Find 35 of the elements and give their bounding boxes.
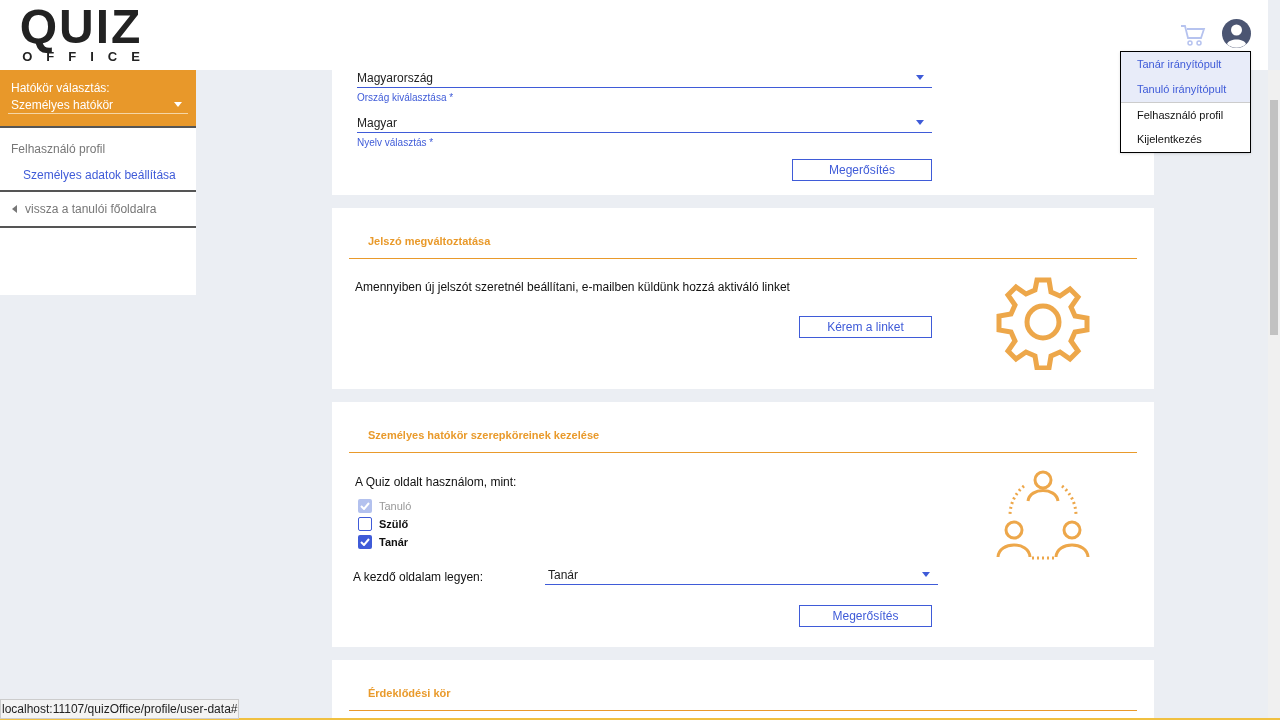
sidebar-section: Felhasználó profil — [0, 128, 196, 160]
select-field[interactable]: Magyar — [357, 113, 932, 133]
menu-item[interactable]: Kijelentkezés — [1121, 127, 1250, 152]
section-title: Jelszó megváltoztatása — [368, 235, 491, 247]
menu-item[interactable]: Tanár irányítópult — [1121, 52, 1250, 77]
sidebar-link[interactable]: vissza a tanulói főoldalra — [25, 200, 157, 218]
field-label: Ország kiválasztása * — [357, 91, 455, 105]
sidebar-link[interactable]: Személyes adatok beállítása — [23, 166, 176, 184]
checkbox[interactable] — [358, 535, 372, 549]
select-field[interactable]: Magyarország — [357, 68, 932, 88]
avatar-icon[interactable] — [1222, 19, 1251, 48]
caret-icon — [916, 120, 924, 125]
section-title: Személyes hatókör szerepköreinek kezelése — [368, 429, 600, 441]
field-label: Nyelv választás * — [357, 136, 435, 150]
confirm-button[interactable]: Megerősítés — [792, 159, 932, 181]
status-bar: localhost:11107/quizOffice/profile/user-data# — [0, 699, 240, 719]
roles-intro: A Quiz oldalt használom, mint: — [355, 474, 517, 491]
caret-icon — [916, 75, 924, 80]
start-page-label: A kezdő oldalam legyen: — [353, 569, 484, 586]
checkbox[interactable] — [358, 517, 372, 531]
checkbox-label: Tanuló — [379, 498, 412, 514]
menu-item[interactable]: Tanuló irányítópult — [1121, 77, 1250, 102]
caret-left-icon — [12, 205, 17, 213]
scrollbar[interactable] — [1268, 70, 1280, 720]
confirm-button[interactable]: Megerősítés — [799, 605, 932, 627]
select-field[interactable]: Tanár — [545, 565, 938, 585]
section-title: Érdeklődési kör — [368, 687, 451, 699]
caret-icon — [174, 102, 182, 107]
caret-icon — [922, 572, 930, 577]
checkbox-label: Szülő — [379, 516, 409, 532]
info-text: Amennyiben új jelszót szeretnél beállítani, e-mailben küldünk hozzá aktiváló linket — [355, 279, 790, 296]
checkbox-label: Tanár — [379, 534, 409, 550]
request-link-button[interactable]: Kérem a linket — [799, 316, 932, 338]
menu-item[interactable]: Felhasználó profil — [1121, 102, 1250, 127]
scope-label: Hatókör választás: — [10, 80, 111, 96]
